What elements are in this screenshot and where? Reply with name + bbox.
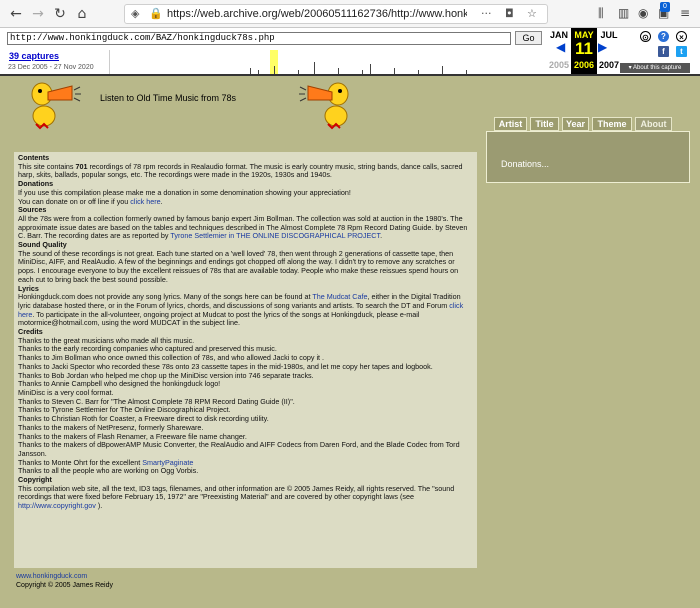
tab-artist[interactable]: Artist xyxy=(494,117,527,131)
wayback-url-input[interactable]: http://www.honkingduck.com/BAZ/honkingdu… xyxy=(7,32,511,45)
duck-logo-right-icon xyxy=(299,82,349,130)
pocket-icon[interactable]: ◘ xyxy=(505,7,514,20)
capture-tick xyxy=(466,70,467,74)
capture-tick xyxy=(362,70,363,74)
donations-text-2: You can donate on or off line if you cli… xyxy=(18,196,163,206)
capture-sparkline[interactable] xyxy=(109,50,545,74)
capture-tick xyxy=(442,66,443,74)
forward-icon[interactable]: → xyxy=(30,6,46,22)
month-next[interactable]: JUL xyxy=(596,30,622,40)
tab-about[interactable]: About xyxy=(635,117,672,131)
notification-badge: 0 xyxy=(660,2,670,12)
capture-tick xyxy=(298,70,299,74)
tab-theme[interactable]: Theme xyxy=(592,117,632,131)
address-text: https://web.archive.org/web/200605111627… xyxy=(167,8,467,20)
copyright-text: This compilation web site, all the text,… xyxy=(18,483,455,511)
capture-tick xyxy=(258,70,259,74)
browser-toolbar: ← → ↻ ⌂ ◈ 🔒 https://web.archive.org/web/… xyxy=(0,0,700,28)
reload-icon[interactable]: ↻ xyxy=(52,6,68,22)
prev-capture-icon[interactable]: ◀ xyxy=(556,40,565,54)
about-panel: Donations... xyxy=(486,131,690,183)
capture-tick xyxy=(314,62,315,74)
facebook-icon[interactable]: f xyxy=(658,46,669,57)
go-button[interactable]: Go xyxy=(515,31,542,45)
page-actions-icon[interactable]: ··· xyxy=(481,7,492,20)
discography-link[interactable]: Tyrone Settlemier in THE ONLINE DISCOGRA… xyxy=(170,231,380,240)
tab-title[interactable]: Title xyxy=(530,117,559,131)
home-icon[interactable]: ⌂ xyxy=(74,6,90,22)
day-current: 11 xyxy=(575,39,593,58)
contents-text: This site contains 701 recordings of 78 … xyxy=(18,161,463,180)
help-icon[interactable]: ? xyxy=(658,31,669,42)
duck-logo-left-icon xyxy=(31,82,81,130)
twitter-icon[interactable]: t xyxy=(676,46,687,57)
capture-tick xyxy=(394,68,395,74)
wayback-logo-icon[interactable]: ⊙ xyxy=(640,31,651,42)
year-next[interactable]: 2007 xyxy=(596,60,622,70)
about-content: Contents This site contains 701 recordin… xyxy=(14,152,477,568)
sources-text: All the 78s were from a collection forme… xyxy=(18,213,468,241)
year-current: 2006 xyxy=(573,60,595,70)
capture-tick xyxy=(250,68,251,74)
footer-home-link[interactable]: www.honkingduck.com xyxy=(16,573,87,580)
credit-line: Thanks to all the people who are working… xyxy=(18,466,199,476)
back-icon[interactable]: ← xyxy=(8,6,24,22)
donations-link[interactable]: Donations... xyxy=(501,159,549,169)
shield-icon[interactable]: ◈ xyxy=(131,7,139,20)
page-title: Listen to Old Time Music from 78s xyxy=(100,93,237,103)
copyright-gov-link[interactable]: http://www.copyright.gov xyxy=(18,501,96,510)
wayback-toolbar: http://www.honkingduck.com/BAZ/honkingdu… xyxy=(0,28,700,76)
bookmark-star-icon[interactable]: ☆ xyxy=(527,7,537,20)
lock-icon[interactable]: 🔒 xyxy=(149,7,163,20)
about-capture-link[interactable]: ▾ About this capture xyxy=(620,63,690,73)
capture-tick xyxy=(418,70,419,74)
tab-year[interactable]: Year xyxy=(562,117,589,131)
year-prev[interactable]: 2005 xyxy=(546,60,572,70)
lyrics-text: Honkingduck.com does not provide any son… xyxy=(18,292,464,328)
capture-range: 23 Dec 2005 - 27 Nov 2020 xyxy=(8,64,94,71)
smartypaginate-link[interactable]: SmartyPaginate xyxy=(142,458,193,467)
menu-icon[interactable]: ≡ xyxy=(680,6,690,20)
footer-copyright: Copyright © 2005 James Reidy xyxy=(16,582,113,589)
next-capture-icon[interactable]: ▶ xyxy=(598,40,607,54)
captures-link[interactable]: 39 captures xyxy=(9,51,59,61)
month-prev[interactable]: JAN xyxy=(546,30,572,40)
page-footer: www.honkingduck.com Copyright © 2005 Jam… xyxy=(16,572,113,590)
mudcat-link[interactable]: The Mudcat Cafe xyxy=(312,292,367,301)
capture-tick xyxy=(274,66,275,74)
capture-tick xyxy=(338,68,339,74)
library-icon[interactable]: ⫼ xyxy=(598,6,604,21)
account-icon[interactable]: ◉ xyxy=(638,6,648,20)
sidebar-icon[interactable]: ▥ xyxy=(618,6,629,20)
donate-link[interactable]: click here xyxy=(130,197,160,206)
address-bar[interactable]: ◈ 🔒 https://web.archive.org/web/20060511… xyxy=(124,4,548,24)
close-icon[interactable]: × xyxy=(676,31,687,42)
credit-line: Thanks to the makers of dBpowerAMP Music… xyxy=(18,440,460,458)
capture-tick xyxy=(370,64,371,74)
quality-text: The sound of these recordings is not gre… xyxy=(18,248,459,284)
